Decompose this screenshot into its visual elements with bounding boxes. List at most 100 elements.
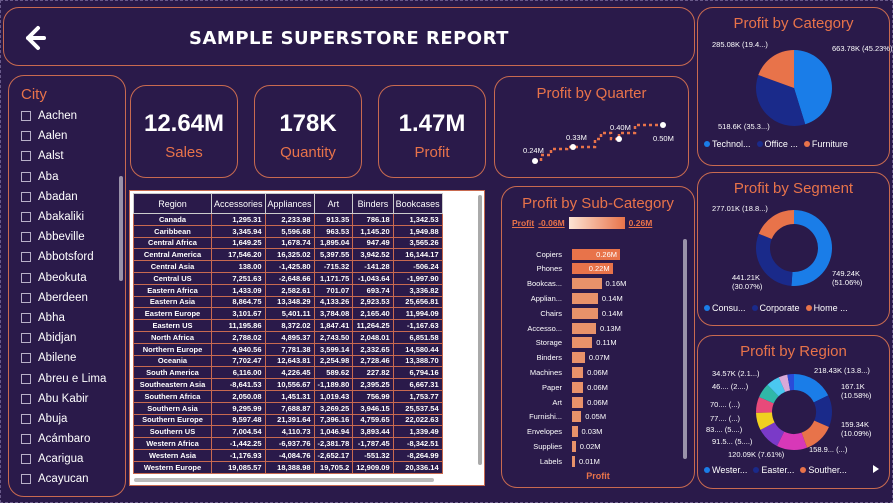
checkbox-icon[interactable] <box>21 252 31 263</box>
table-cell: 3,269.25 <box>313 401 354 415</box>
quarter-point[interactable] <box>570 144 576 150</box>
checkbox-icon[interactable] <box>21 131 31 142</box>
city-item[interactable]: Aba <box>21 167 117 187</box>
city-item[interactable]: Aalst <box>21 146 117 166</box>
subcat-bar[interactable]: 0.26M <box>572 248 620 260</box>
city-item[interactable]: Abbotsford <box>21 247 117 267</box>
subcat-bar-row[interactable]: Phones 0.22M <box>502 262 613 276</box>
column-header[interactable]: Bookcases <box>392 193 443 214</box>
checkbox-icon[interactable] <box>21 212 31 223</box>
checkbox-icon[interactable] <box>21 393 31 404</box>
subcat-bar[interactable] <box>572 278 602 290</box>
checkbox-icon[interactable] <box>21 474 31 485</box>
city-item[interactable]: Abeokuta <box>21 268 117 288</box>
checkbox-icon[interactable] <box>21 312 31 323</box>
legend-consumer[interactable]: Consu... <box>704 303 746 313</box>
city-item[interactable]: Abbeville <box>21 227 117 247</box>
column-header[interactable]: Art <box>313 193 354 214</box>
city-item[interactable]: Abreu e Lima <box>21 368 117 388</box>
city-item[interactable]: Abilene <box>21 348 117 368</box>
city-item[interactable]: Abidjan <box>21 328 117 348</box>
subcat-bar[interactable] <box>572 396 584 408</box>
city-item[interactable]: Acarigua <box>21 449 117 469</box>
checkbox-icon[interactable] <box>21 373 31 384</box>
matrix-hscrollbar[interactable] <box>134 478 434 482</box>
subcat-bar-row[interactable]: Binders 0.07M <box>502 351 610 365</box>
city-item[interactable]: Acámbaro <box>21 429 117 449</box>
subcat-bar[interactable]: 0.22M <box>572 263 613 275</box>
checkbox-icon[interactable] <box>21 232 31 243</box>
subcat-bar[interactable] <box>572 352 585 364</box>
checkbox-icon[interactable] <box>21 353 31 364</box>
subcat-bar[interactable] <box>572 322 596 334</box>
legend-tech[interactable]: Technol... <box>704 139 751 149</box>
city-item[interactable]: Aberdeen <box>21 288 117 308</box>
city-item[interactable]: Aachen <box>21 106 117 126</box>
subcat-bar-row[interactable]: Accesso... 0.13M <box>502 321 621 335</box>
subcat-bar[interactable] <box>572 292 598 304</box>
column-header[interactable]: Region <box>133 193 212 214</box>
table-row: Caribbean 3,345.94 5,596.68 963.53 1,145.20 1… <box>133 224 443 238</box>
subcat-bar-row[interactable]: Labels 0.01M <box>502 454 600 468</box>
table-cell: 1,046.94 <box>313 425 354 439</box>
subcat-bar-row[interactable]: Furnishi... 0.05M <box>502 410 606 424</box>
quarter-point[interactable] <box>660 122 666 128</box>
checkbox-icon[interactable] <box>21 292 31 303</box>
subcat-bar-row[interactable]: Applian... 0.14M <box>502 291 623 305</box>
subcat-bar[interactable] <box>572 455 575 467</box>
legend-office[interactable]: Office ... <box>756 139 798 149</box>
legend-southern[interactable]: Souther... <box>800 465 847 475</box>
column-header[interactable]: Appliances <box>264 193 315 214</box>
slice[interactable] <box>758 210 794 239</box>
checkbox-icon[interactable] <box>21 191 31 202</box>
subcat-bar-row[interactable]: Storage 0.11M <box>502 336 617 350</box>
subcat-bar[interactable] <box>572 337 593 349</box>
subcat-bar[interactable] <box>572 366 584 378</box>
subcat-bar-row[interactable]: Supplies 0.02M <box>502 439 601 453</box>
legend-corporate[interactable]: Corporate <box>751 303 800 313</box>
subcat-bar-row[interactable]: Copiers 0.26M <box>502 247 620 261</box>
subcat-bar-row[interactable]: Envelopes 0.03M <box>502 425 602 439</box>
legend-next-icon[interactable] <box>872 464 880 474</box>
legend-home[interactable]: Home ... <box>805 303 848 313</box>
subcat-bar[interactable] <box>572 411 582 423</box>
city-item[interactable]: Acayucan <box>21 469 117 489</box>
column-header[interactable]: Accessories <box>211 193 266 214</box>
city-item[interactable]: Abadan <box>21 187 117 207</box>
subcat-bar-row[interactable]: Chairs 0.14M <box>502 306 623 320</box>
city-item[interactable]: Abu Kabir <box>21 389 117 409</box>
checkbox-icon[interactable] <box>21 413 31 424</box>
city-item[interactable]: Abha <box>21 308 117 328</box>
column-header[interactable]: Binders <box>352 193 394 214</box>
city-scrollbar[interactable] <box>119 176 123 281</box>
subcat-bar-row[interactable]: Machines 0.06M <box>502 365 608 379</box>
checkbox-icon[interactable] <box>21 272 31 283</box>
subcat-scrollbar[interactable] <box>683 239 687 459</box>
subcat-bar[interactable] <box>572 426 578 438</box>
checkbox-icon[interactable] <box>21 333 31 344</box>
checkbox-icon[interactable] <box>21 171 31 182</box>
subcat-bar[interactable] <box>572 440 576 452</box>
table-cell: 9,597.48 <box>211 413 266 427</box>
subcat-value-label: 0.22M <box>588 264 610 274</box>
quarter-point[interactable] <box>532 158 538 164</box>
legend-western[interactable]: Wester... <box>704 465 747 475</box>
subcat-bar-row[interactable]: Paper 0.06M <box>502 380 608 394</box>
checkbox-icon[interactable] <box>21 434 31 445</box>
matrix-vscrollbar[interactable] <box>478 195 482 465</box>
city-item[interactable]: Abuja <box>21 409 117 429</box>
subcat-bar[interactable] <box>572 307 598 319</box>
subcat-bar-row[interactable]: Art 0.06M <box>502 395 608 409</box>
checkbox-icon[interactable] <box>21 111 31 122</box>
checkbox-icon[interactable] <box>21 151 31 162</box>
city-item[interactable]: Aalen <box>21 126 117 146</box>
slice[interactable] <box>791 210 832 286</box>
legend-furniture[interactable]: Furniture <box>803 139 848 149</box>
subcat-bar[interactable] <box>572 381 584 393</box>
city-item[interactable]: Abakaliki <box>21 207 117 227</box>
legend-eastern[interactable]: Easter... <box>753 465 794 475</box>
quarter-point[interactable] <box>616 136 622 142</box>
city-item-label: Abakaliki <box>38 211 85 224</box>
subcat-bar-row[interactable]: Bookcas... 0.16M <box>502 277 626 291</box>
checkbox-icon[interactable] <box>21 454 31 465</box>
